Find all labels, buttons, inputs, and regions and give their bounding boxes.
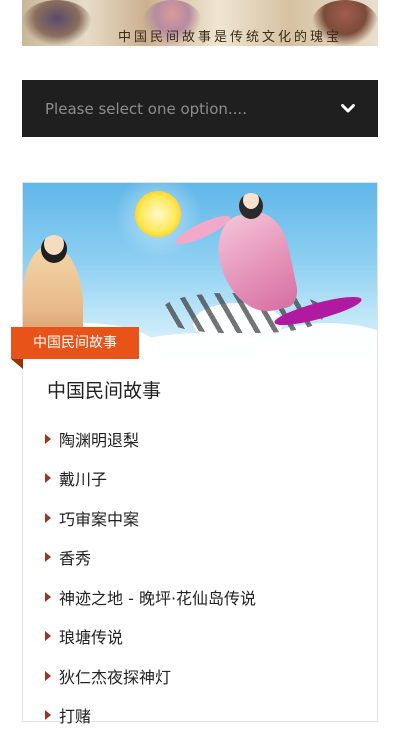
list-item[interactable]: 戴川子 — [45, 459, 256, 499]
caret-right-icon — [45, 671, 51, 681]
caret-right-icon — [45, 434, 51, 444]
banner-figure-left — [22, 0, 92, 46]
sun-illustration — [135, 191, 181, 237]
story-card: 中国民间故事 中国民间故事 陶渊明退梨 戴川子 巧审案中案 香秀 神迹之地 - … — [22, 182, 378, 722]
list-item[interactable]: 狄仁杰夜探神灯 — [45, 656, 256, 696]
list-item[interactable]: 神迹之地 - 晚坪·花仙岛传说 — [45, 577, 256, 617]
list-item[interactable]: 打赌 — [45, 696, 256, 735]
weaver-fairy-head — [239, 193, 263, 219]
cowherd-head — [41, 235, 67, 263]
story-list: 陶渊明退梨 戴川子 巧审案中案 香秀 神迹之地 - 晚坪·花仙岛传说 琅塘传说 … — [45, 419, 256, 735]
list-item-label[interactable]: 巧审案中案 — [59, 506, 139, 530]
list-item-label[interactable]: 戴川子 — [59, 466, 107, 490]
select-placeholder: Please select one option.... — [45, 100, 247, 118]
list-item[interactable]: 陶渊明退梨 — [45, 419, 256, 459]
caret-right-icon — [45, 631, 51, 641]
caret-right-icon — [45, 552, 51, 562]
list-item-label[interactable]: 神迹之地 - 晚坪·花仙岛传说 — [59, 585, 256, 609]
caret-right-icon — [45, 592, 51, 602]
list-item[interactable]: 巧审案中案 — [45, 498, 256, 538]
caret-right-icon — [45, 473, 51, 483]
list-item-label[interactable]: 香秀 — [59, 545, 91, 569]
banner-caption: 中国民间故事是传统文化的瑰宝 — [118, 26, 342, 45]
chevron-down-icon — [341, 104, 355, 114]
option-select[interactable]: Please select one option.... — [22, 80, 378, 137]
list-item-label[interactable]: 琅塘传说 — [59, 624, 123, 648]
category-tag[interactable]: 中国民间故事 — [11, 327, 139, 359]
category-tag-fold — [11, 359, 23, 369]
card-title[interactable]: 中国民间故事 — [47, 376, 161, 403]
caret-right-icon — [45, 513, 51, 523]
list-item-label[interactable]: 打赌 — [59, 703, 91, 727]
list-item-label[interactable]: 狄仁杰夜探神灯 — [59, 664, 171, 688]
list-item-label[interactable]: 陶渊明退梨 — [59, 427, 139, 451]
list-item[interactable]: 香秀 — [45, 538, 256, 578]
top-banner-image: 中国民间故事是传统文化的瑰宝 — [22, 0, 378, 46]
caret-right-icon — [45, 710, 51, 720]
list-item[interactable]: 琅塘传说 — [45, 617, 256, 657]
